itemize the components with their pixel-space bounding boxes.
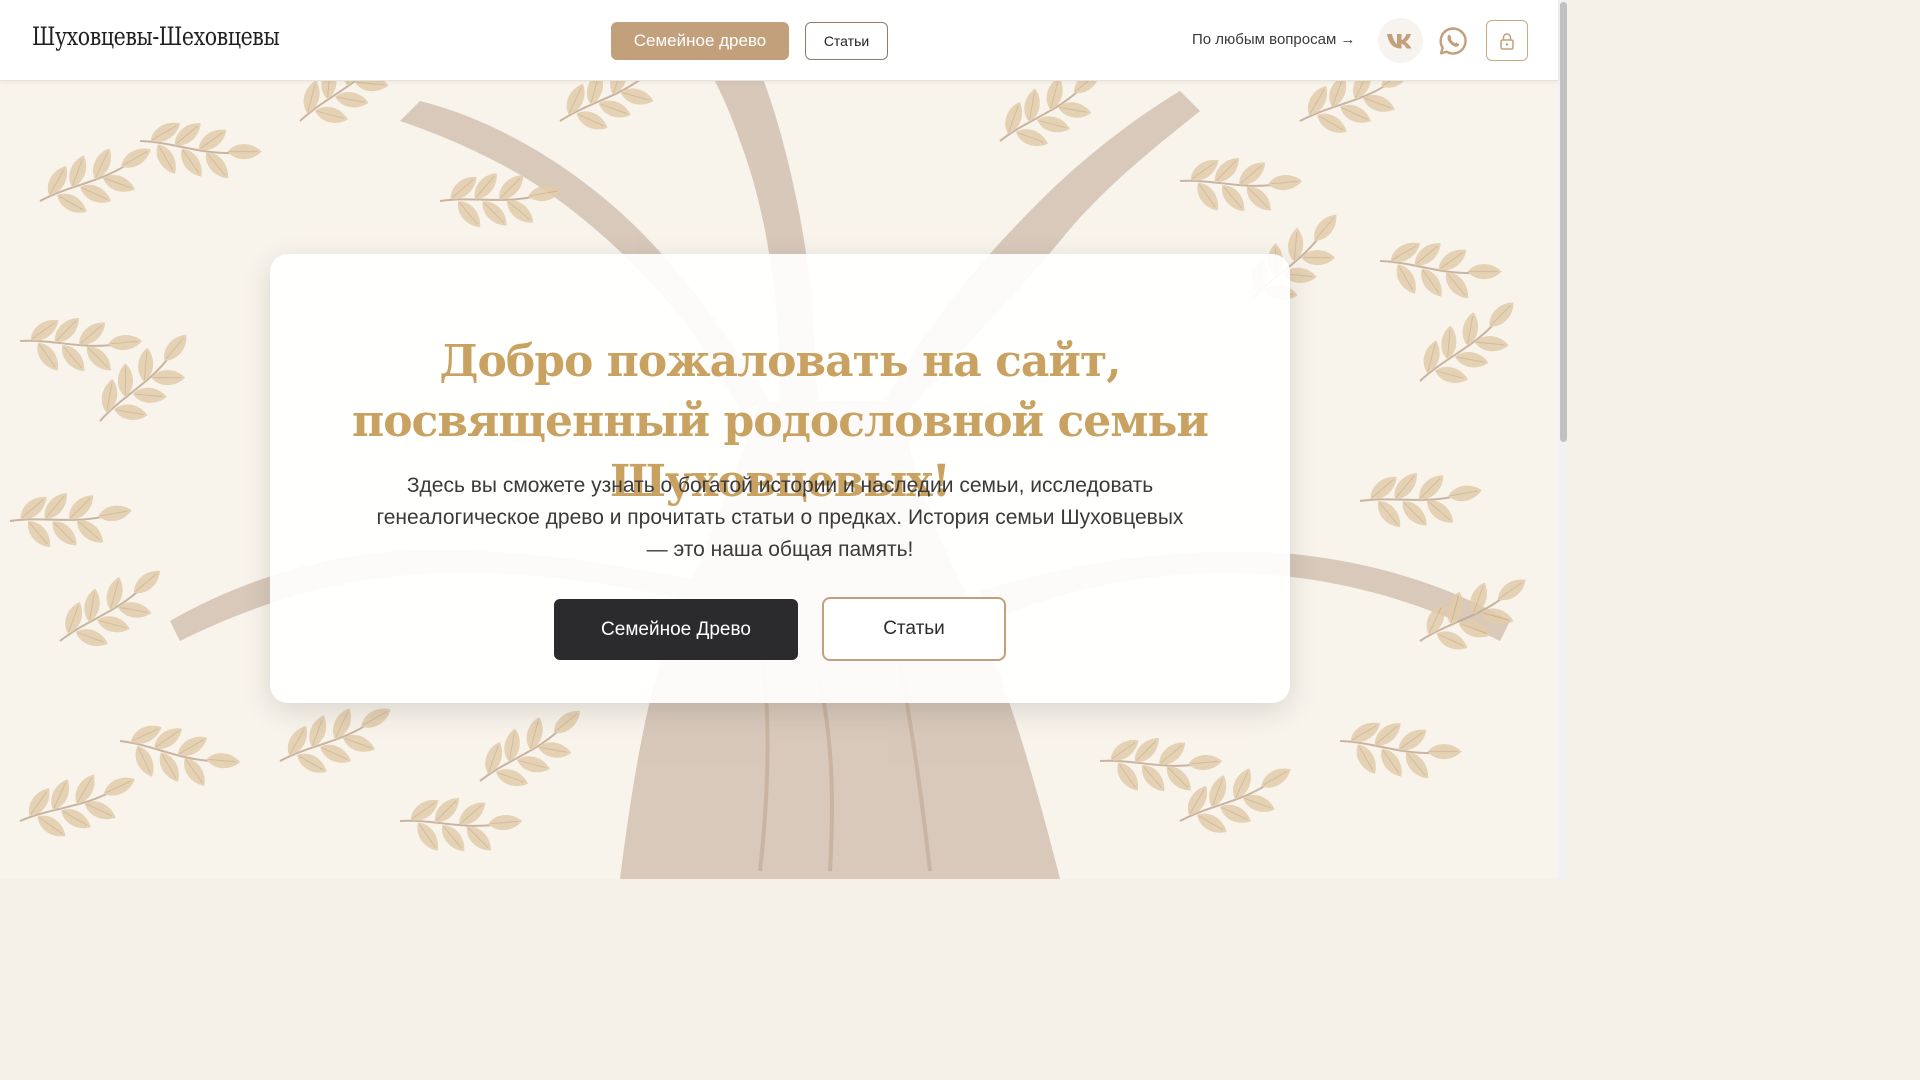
nav-family-tree-button[interactable]: Семейное древо bbox=[611, 22, 789, 60]
contact-label: По любым вопросам → bbox=[1192, 31, 1356, 48]
welcome-text: Здесь вы сможете узнать о богатой истори… bbox=[376, 474, 1184, 561]
lock-icon bbox=[1500, 32, 1514, 50]
vk-icon bbox=[1386, 33, 1411, 48]
site-logo[interactable]: Шуховцевы-Шеховцевы bbox=[32, 22, 280, 51]
whatsapp-link[interactable] bbox=[1430, 18, 1475, 63]
nav-articles-button[interactable]: Статьи bbox=[805, 22, 888, 60]
welcome-card: Добро пожаловать на сайт, посвященный ро… bbox=[270, 254, 1290, 703]
articles-button[interactable]: Статьи bbox=[822, 597, 1006, 661]
vk-link[interactable] bbox=[1378, 18, 1423, 63]
family-tree-button[interactable]: Семейное Древо bbox=[554, 599, 798, 660]
site-header: Шуховцевы-Шеховцевы Семейное древо Стать… bbox=[0, 0, 1558, 81]
login-button[interactable] bbox=[1486, 20, 1528, 61]
whatsapp-icon bbox=[1438, 26, 1467, 55]
scrollbar-thumb[interactable] bbox=[1560, 2, 1567, 442]
